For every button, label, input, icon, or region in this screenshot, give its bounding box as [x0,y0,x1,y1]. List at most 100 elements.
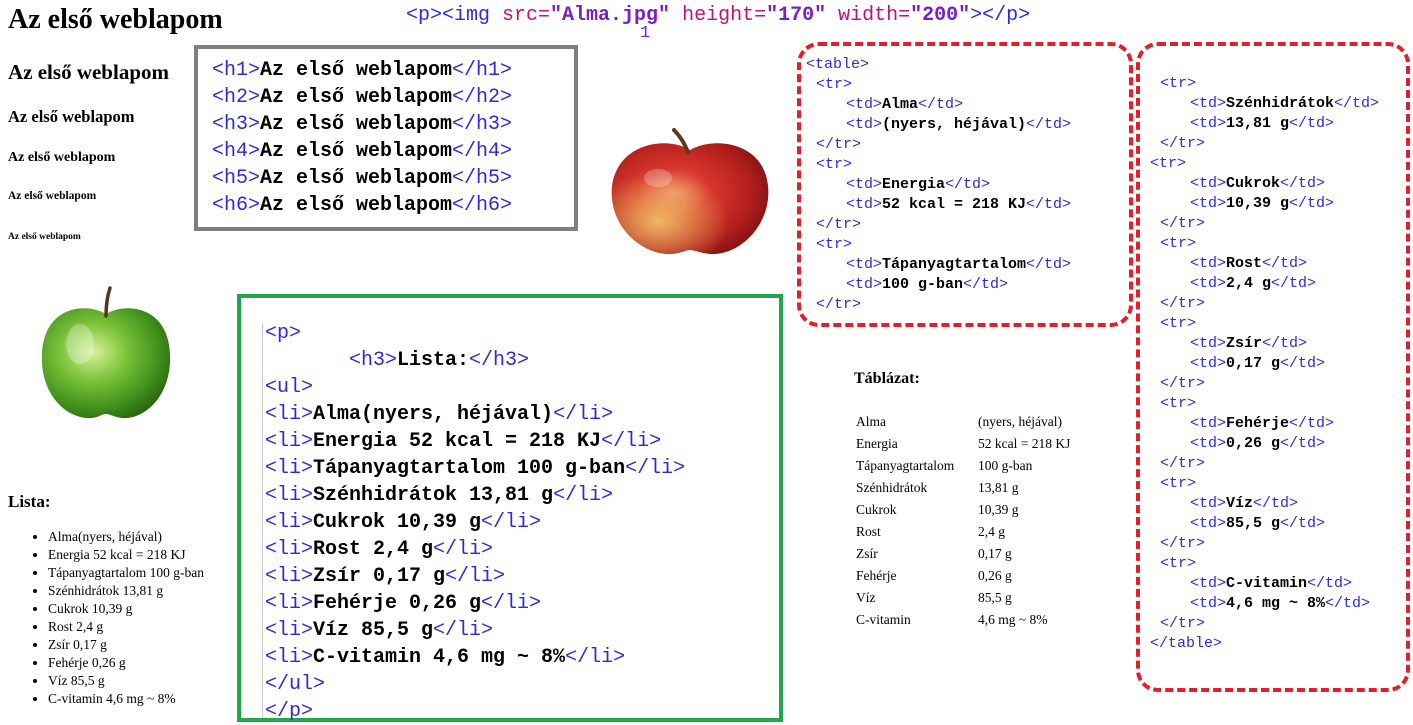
code-tag: <tr> [816,76,853,93]
code-text: Zsír 0,17 g [313,565,446,588]
table-row: Rost 2,4 g [854,521,1072,543]
code-tag: </td> [1026,116,1072,133]
table-cell: 0,17 g [978,546,1012,561]
code-tag: <td> [846,176,883,193]
code-tag: <tr> [1160,75,1197,92]
code-line-li: <li>Víz 85,5 g</li> [265,617,779,644]
code-line-li: <li>C-vitamin 4,6 mg ~ 8%</li> [265,644,779,671]
code-tag: <tr> [1160,315,1197,332]
code-text: Alma [882,96,919,113]
code-line-h3: <h3>Az első weblapom</h3> [212,111,574,138]
list-item: C-vitamin 4,6 mg ~ 8% [48,690,204,708]
code-line-li: <li>Alma(nyers, héjával)</li> [265,401,779,428]
code-line-td: <td>Fehérje</td> [1150,414,1406,434]
code-line-tr-open: <tr> [806,235,1129,255]
code-line-tr-close: </tr> [1150,294,1406,314]
code-tag: <td> [846,96,883,113]
code-tag: <td> [846,256,883,273]
code-line-td: <td>52 kcal = 218 KJ</td> [806,195,1129,215]
code-tag: <h6> [212,194,261,217]
code-tag: </tr> [816,216,862,233]
list-item: Energia 52 kcal = 218 KJ [48,546,204,564]
code-text: Az első weblapom [260,86,453,109]
code-tag: <li> [265,403,314,426]
code-tag: </li> [553,403,614,426]
code-line-tr-open: <tr> [1150,314,1406,334]
code-tag: </li> [433,538,494,561]
code-line-tr-open: <tr> [806,155,1129,175]
table-code-box-1: <table> <tr> <td>Alma</td> <td>(nyers, h… [797,42,1133,327]
code-line-tr-close: </tr> [806,295,1129,315]
code-line-table-open: <table> [806,56,870,73]
code-text: Szénhidrátok 13,81 g [313,484,554,507]
code-tag: </td> [1262,255,1308,272]
table-cell: 0,26 g [978,568,1012,583]
code-tag: <li> [265,619,314,642]
code-tag: <h1> [212,59,261,82]
code-text: Energia 52 kcal = 218 KJ [313,430,602,453]
code-text: 0,26 g [1226,435,1281,452]
table-row: Cukrok 10,39 g [854,499,1072,521]
code-line-p-open: <p> [265,320,779,347]
heading-h1: Az első weblapom [8,4,223,35]
code-line-td: <td>Energia</td> [806,175,1129,195]
code-tag: </li> [481,511,542,534]
code-line-tr-open: <tr> [1150,394,1406,414]
code-text: Tápanyagtartalom [882,256,1027,273]
code-text: 10,39 g [1226,195,1290,212]
code-text: 52 kcal = 218 KJ [882,196,1027,213]
code-tag: </td> [1280,355,1326,372]
code-tag: </h5> [452,167,513,190]
code-line-li: <li>Energia 52 kcal = 218 KJ</li> [265,428,779,455]
code-line-td: <td>100 g-ban</td> [806,275,1129,295]
code-tag: </td> [1289,115,1335,132]
code-line-tr-open: <tr> [1150,234,1406,254]
table-row: Energia 52 kcal = 218 KJ [854,433,1072,455]
code-line-td: <td>4,6 mg ~ 8%</td> [1150,594,1406,614]
code-tag: <li> [265,430,314,453]
code-tag: <td> [1190,595,1227,612]
heading-h3: Az első weblapom [8,107,135,126]
table-cell: 13,81 g [978,480,1019,495]
table-cell: 4,6 mg ~ 8% [978,612,1048,627]
table-cell: (nyers, héjával) [978,414,1062,429]
table-cell: Cukrok [856,502,897,517]
table-cell: 100 g-ban [978,458,1033,473]
code-line-td: <td>10,39 g</td> [1150,194,1406,214]
table-row: Zsír 0,17 g [854,543,1072,565]
code-text: Az első weblapom [260,59,453,82]
code-tag: <td> [1190,435,1227,452]
code-line-td: <td>Rost</td> [1150,254,1406,274]
code-attr: src= [502,4,551,27]
code-tag: <li> [265,565,314,588]
code-text: 13,81 g [1226,115,1290,132]
code-tag: </td> [1280,435,1326,452]
code-line-ul-close: </ul> [265,671,779,698]
table-cell: Tápanyagtartalom [856,458,955,473]
code-line-li: <li>Zsír 0,17 g</li> [265,563,779,590]
code-tag: </tr> [816,136,862,153]
table-row: C-vitamin 4,6 mg ~ 8% [854,609,1072,631]
code-line-tr-close: </tr> [806,215,1129,235]
code-line-li: <li>Cukrok 10,39 g</li> [265,509,779,536]
code-tag: <h3> [349,349,398,372]
code-text: Cukrok [1226,175,1281,192]
code-tag: <td> [1190,255,1227,272]
table-row: Szénhidrátok 13,81 g [854,477,1072,499]
code-tag: </li> [481,592,542,615]
img-code-line: <p><img src="Alma.jpg" height="170" widt… [406,4,1030,27]
code-tag: </li> [433,619,494,642]
code-line-h2: <h2>Az első weblapom</h2> [212,84,574,111]
list-item: Tápanyagtartalom 100 g-ban [48,564,204,582]
code-line-li: <li>Szénhidrátok 13,81 g</li> [265,482,779,509]
code-tag: <li> [265,538,314,561]
code-tag: </tr> [1160,295,1206,312]
code-tag: </td> [945,176,991,193]
code-text: Cukrok 10,39 g [313,511,482,534]
code-tag: <ul> [265,376,314,399]
code-tag: <tr> [1160,475,1197,492]
code-text: Rost 2,4 g [313,538,434,561]
code-tag: <li> [265,484,314,507]
table-cell: Víz [856,590,876,605]
table-cell: Alma [856,414,886,429]
